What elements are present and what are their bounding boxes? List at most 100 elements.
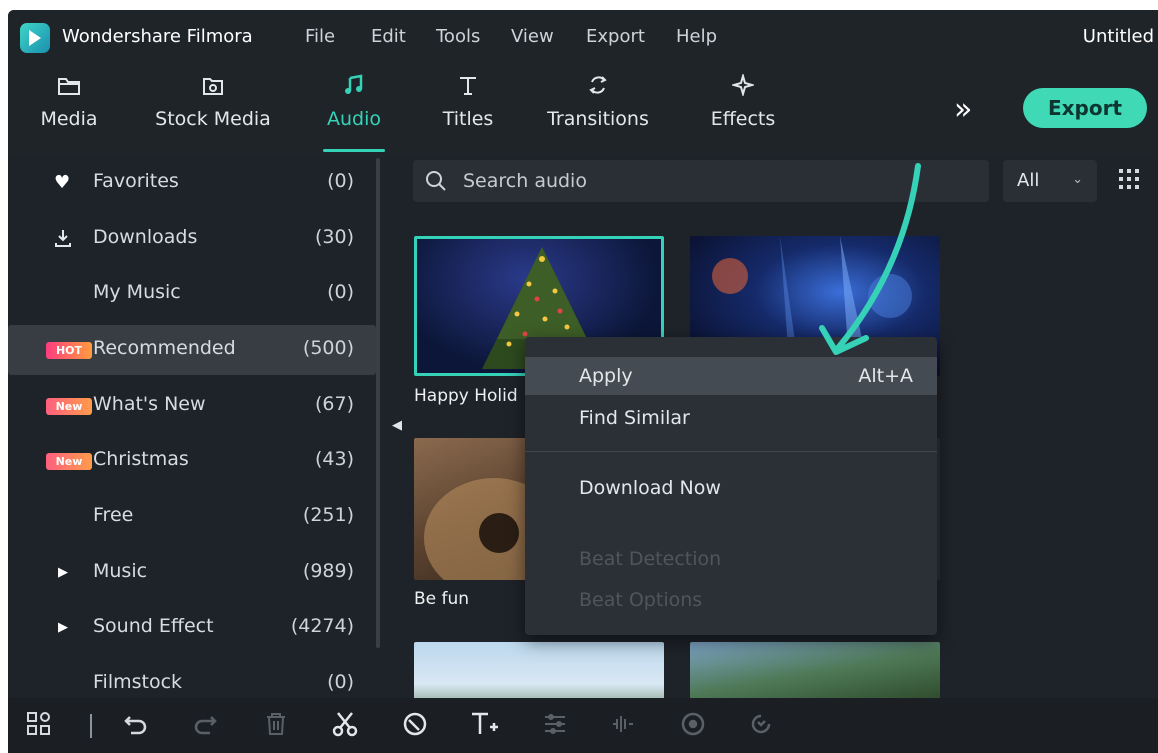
expand-arrow-icon[interactable]: ▶	[58, 617, 92, 639]
sidebar-item-label: Downloads	[93, 226, 198, 248]
delete-icon[interactable]	[263, 711, 289, 741]
folder-icon	[24, 74, 114, 106]
annotation-arrow-icon	[819, 163, 921, 355]
toolbar-divider	[90, 714, 92, 738]
effects-sparkle-icon	[693, 72, 793, 106]
menu-item-download-now[interactable]: Download Now	[525, 469, 937, 507]
tab-stock-media[interactable]: Stock Media	[148, 74, 278, 154]
menu-file[interactable]: File	[305, 26, 335, 47]
adjust-icon[interactable]	[542, 711, 568, 741]
menu-help[interactable]: Help	[676, 26, 717, 47]
audio-thumbnail-5[interactable]	[414, 642, 664, 702]
add-text-icon[interactable]	[470, 711, 500, 741]
download-icon	[54, 228, 88, 250]
chevron-down-icon: ⌄	[1072, 172, 1083, 187]
sidebar-item-count: (251)	[302, 504, 354, 526]
sidebar-item-label: Filmstock	[93, 671, 183, 693]
sidebar-item-count: (0)	[327, 170, 354, 192]
tab-media-label: Media	[40, 108, 98, 130]
menu-item-beat-options: Beat Options	[525, 581, 937, 619]
tab-transitions-label: Transitions	[547, 108, 649, 130]
document-title: Untitled	[1082, 26, 1154, 47]
collapse-sidebar-icon[interactable]: ◀	[392, 418, 402, 433]
speed-icon[interactable]	[748, 711, 774, 741]
tag-icon[interactable]	[402, 711, 428, 741]
sidebar-item-count: (500)	[302, 337, 354, 359]
layout-icon[interactable]	[26, 711, 52, 741]
filter-dropdown[interactable]: All ⌄	[1003, 160, 1097, 202]
sidebar-item-label: What's New	[93, 393, 206, 415]
tab-titles-label: Titles	[442, 108, 494, 130]
menu-item-beat-detection: Beat Detection	[525, 540, 937, 578]
menu-item-label: Beat Options	[579, 589, 703, 611]
hot-badge: HOT	[46, 342, 92, 359]
grid-view-icon[interactable]	[1118, 168, 1140, 194]
transitions-icon	[538, 74, 658, 106]
app-name: Wondershare Filmora	[62, 26, 253, 47]
filmora-window: Wondershare Filmora File Edit Tools View…	[8, 10, 1158, 753]
audio-thumbnail-6[interactable]	[690, 642, 940, 702]
new-badge: New	[46, 398, 92, 415]
tab-effects[interactable]: Effects	[693, 72, 793, 154]
tab-audio-label: Audio	[326, 108, 381, 130]
undo-icon[interactable]	[123, 711, 149, 741]
sidebar-item-my-music[interactable]: My Music (0)	[8, 269, 376, 319]
color-icon[interactable]	[680, 711, 706, 741]
thumbnail-title: Be fun	[414, 589, 470, 609]
sidebar-item-label: Free	[93, 504, 134, 526]
tab-media[interactable]: Media	[24, 74, 114, 154]
menu-item-label: Find Similar	[579, 407, 690, 429]
menu-item-label: Beat Detection	[579, 548, 722, 570]
menu-item-find-similar[interactable]: Find Similar	[525, 399, 937, 437]
cut-icon[interactable]	[332, 711, 358, 741]
sidebar-item-music[interactable]: ▶ Music (989)	[8, 548, 376, 598]
heart-icon: ♥	[54, 172, 71, 193]
main-toolbar: Media Stock Media Audio Titles Transitio…	[8, 66, 1158, 158]
sidebar-item-downloads[interactable]: Downloads (30)	[8, 214, 376, 264]
audio-category-sidebar: ♥ Favorites (0) Downloads (30) My Music …	[8, 158, 380, 698]
title-bar: Wondershare Filmora File Edit Tools View…	[8, 10, 1158, 66]
tab-stock-media-label: Stock Media	[155, 108, 271, 130]
tab-titles[interactable]: Titles	[428, 74, 508, 154]
sidebar-item-label: My Music	[93, 281, 181, 303]
menu-view[interactable]: View	[511, 26, 554, 47]
new-badge: New	[46, 453, 92, 470]
menu-item-label: Download Now	[579, 477, 721, 499]
sidebar-item-sound-effect[interactable]: ▶ Sound Effect (4274)	[8, 603, 376, 653]
sidebar-item-christmas[interactable]: New Christmas (43)	[8, 436, 376, 486]
tab-effects-label: Effects	[710, 108, 776, 130]
filter-value: All	[1017, 170, 1040, 191]
tab-transitions[interactable]: Transitions	[538, 74, 658, 154]
export-button[interactable]: Export	[1023, 88, 1147, 128]
sidebar-item-label: Favorites	[93, 170, 179, 192]
split-audio-icon[interactable]	[610, 711, 636, 741]
redo-icon[interactable]	[192, 711, 218, 741]
music-note-icon	[314, 74, 394, 106]
menu-edit[interactable]: Edit	[371, 26, 406, 47]
menu-tools[interactable]: Tools	[436, 26, 480, 47]
sidebar-item-recommended[interactable]: HOT Recommended (500)	[8, 325, 376, 375]
sidebar-item-count: (989)	[302, 560, 354, 582]
menu-export[interactable]: Export	[586, 26, 645, 47]
expand-arrow-icon[interactable]: ▶	[58, 562, 92, 584]
thumbnail-title: Happy Holid	[414, 386, 518, 406]
sidebar-item-label: Music	[93, 560, 148, 582]
filmora-logo-icon	[20, 23, 50, 53]
text-t-icon	[428, 74, 508, 106]
sidebar-item-count: (0)	[327, 281, 354, 303]
sidebar-scrollbar[interactable]	[376, 158, 380, 648]
sidebar-item-label: Christmas	[93, 448, 189, 470]
sidebar-item-count: (43)	[314, 448, 354, 470]
more-tabs-button[interactable]: »	[954, 92, 972, 127]
sidebar-item-favorites[interactable]: ♥ Favorites (0)	[8, 158, 376, 208]
sidebar-item-count: (67)	[314, 393, 354, 415]
sidebar-item-whats-new[interactable]: New What's New (67)	[8, 381, 376, 431]
context-menu: Apply Alt+A Find Similar Download Now Be…	[525, 337, 937, 635]
search-icon	[425, 170, 447, 196]
tab-audio[interactable]: Audio	[314, 74, 394, 154]
sidebar-item-free[interactable]: Free (251)	[8, 492, 376, 542]
sidebar-item-label: Sound Effect	[93, 615, 214, 637]
sidebar-item-count: (4274)	[290, 615, 354, 637]
menu-divider	[525, 451, 937, 452]
sidebar-item-label: Recommended	[93, 337, 236, 359]
